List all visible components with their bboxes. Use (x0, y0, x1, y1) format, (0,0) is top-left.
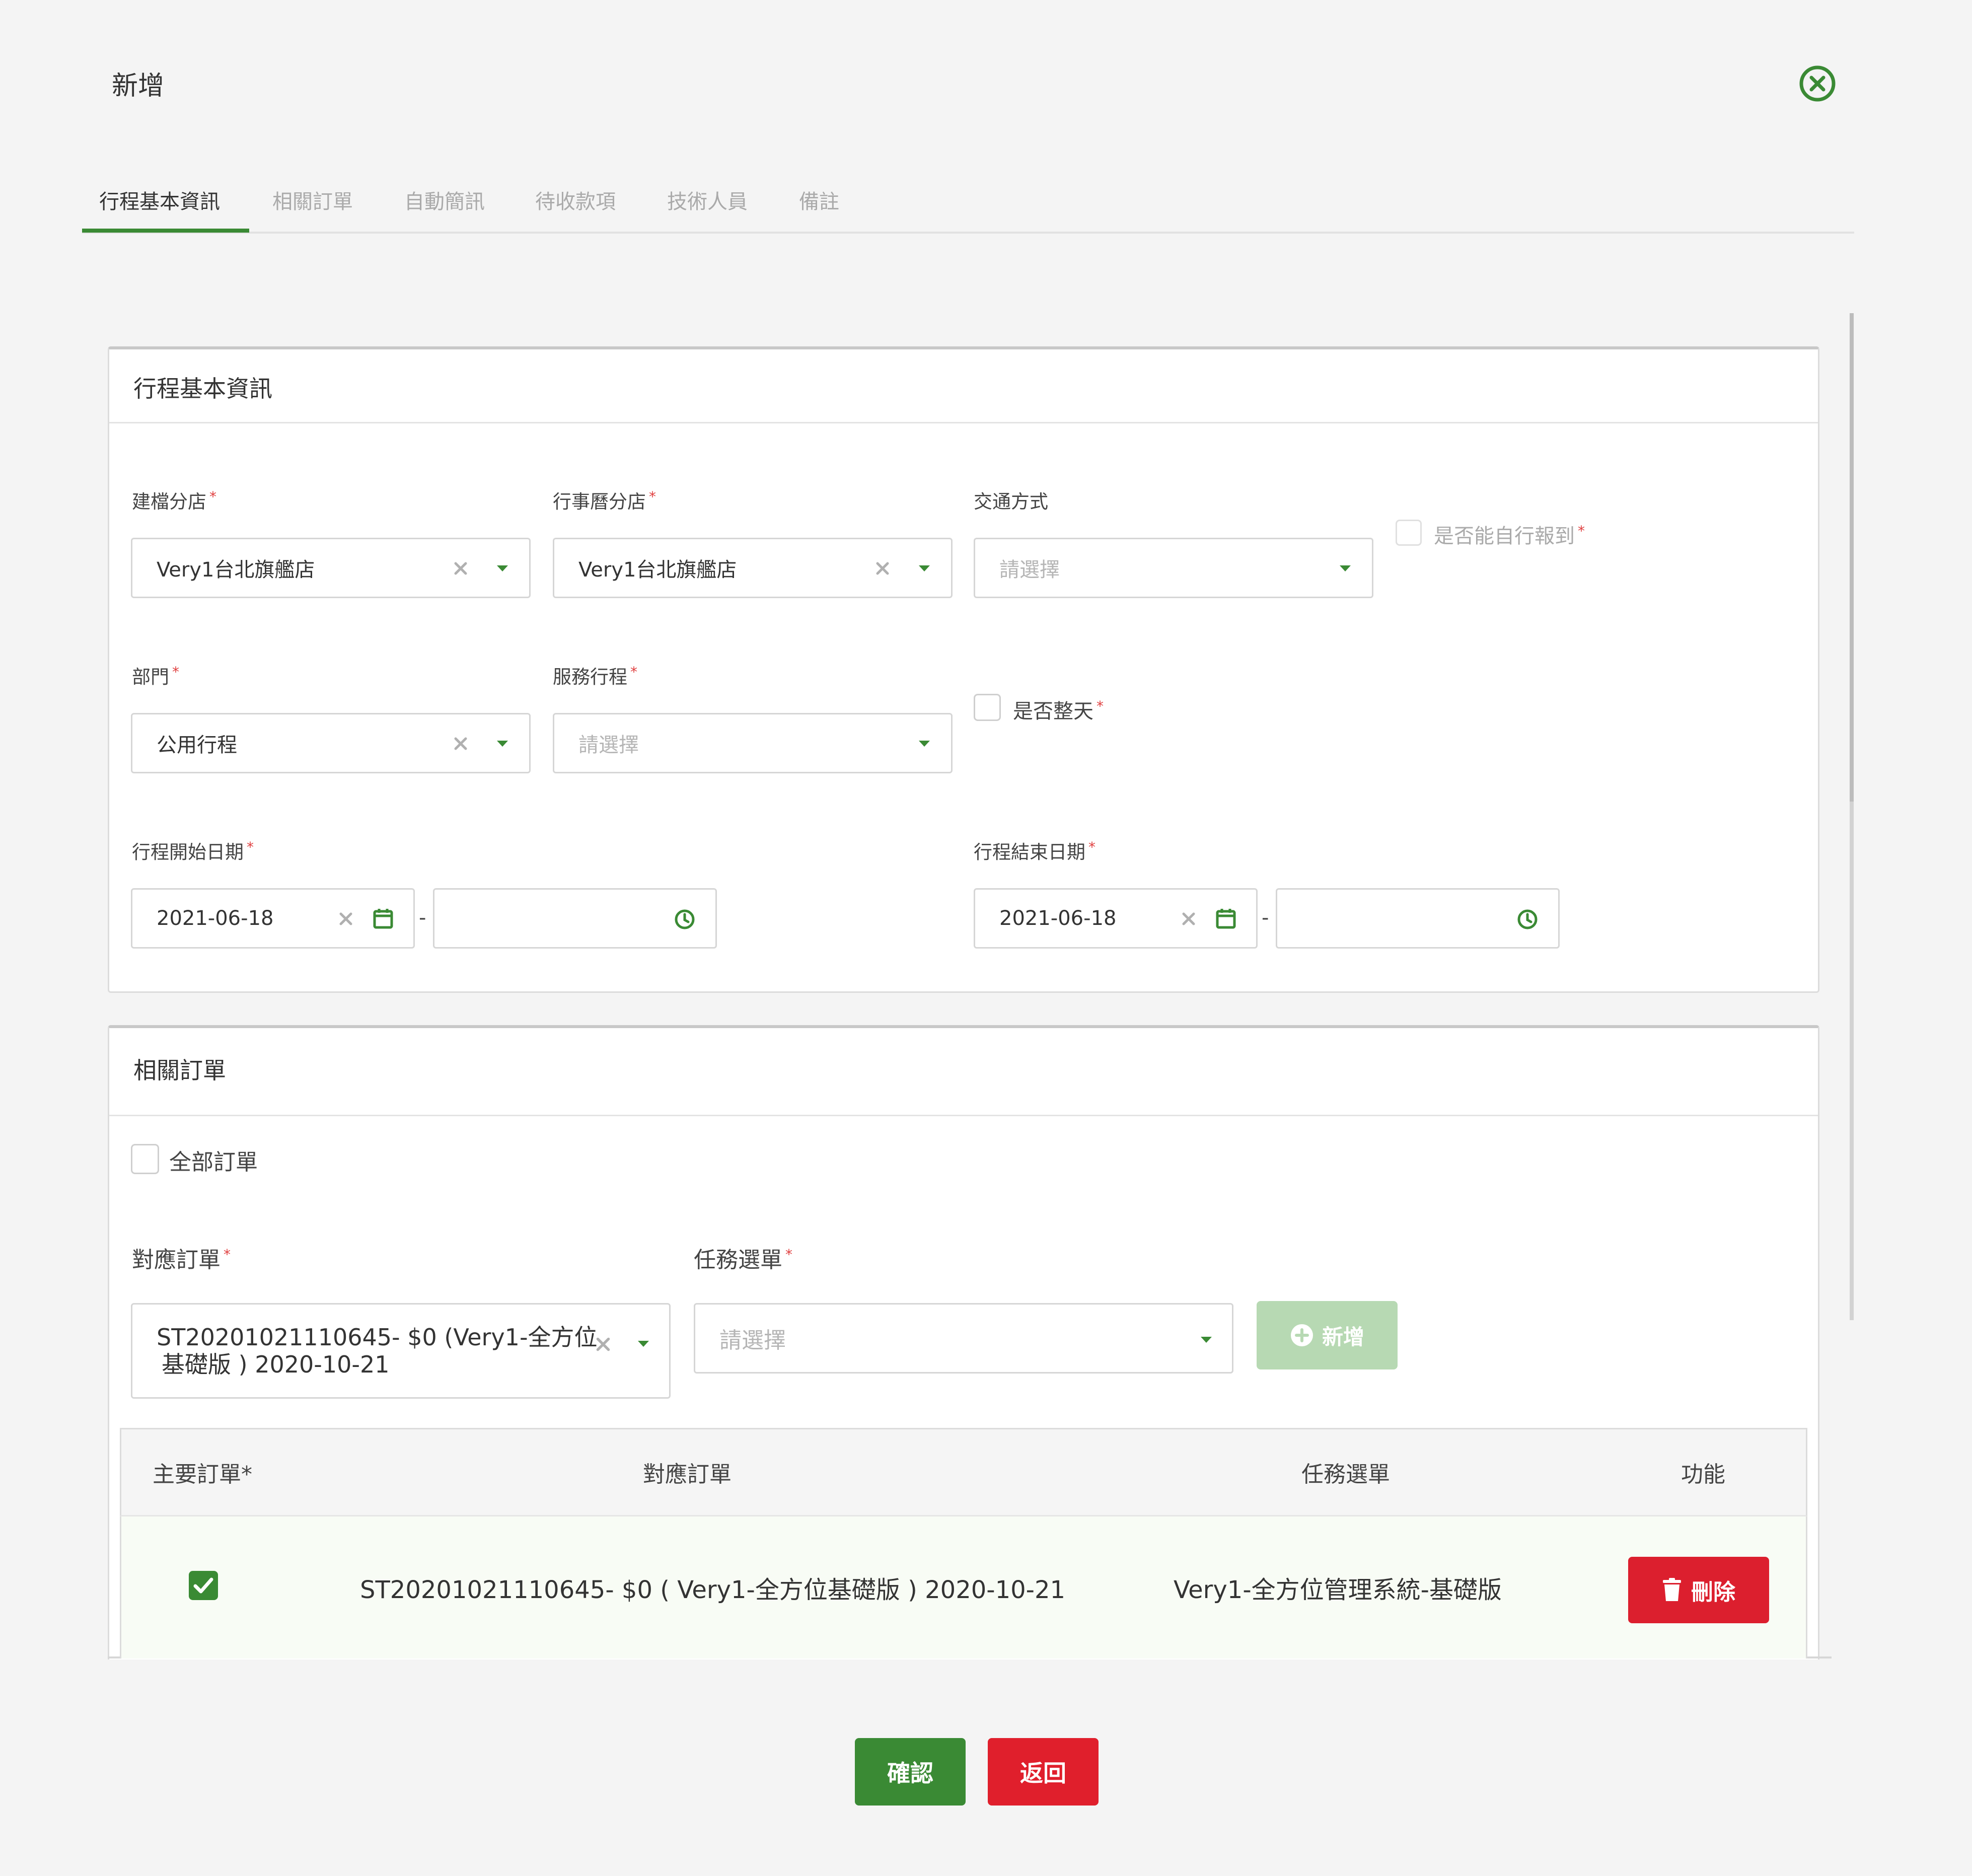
task-select[interactable]: 請選擇 (694, 1303, 1233, 1374)
table-row: ST20201021110645- $0 ( Very1-全方位基礎版 ) 20… (120, 1517, 1807, 1658)
all-orders-checkbox[interactable] (131, 1144, 159, 1174)
tab-bar: 行程基本資訊 相關訂單 自動簡訊 待收款項 技術人員 備註 (82, 182, 1854, 234)
main-order-checkbox[interactable] (189, 1571, 218, 1600)
basic-info-panel-title: 行程基本資訊 (133, 375, 272, 402)
clear-icon[interactable] (595, 1336, 612, 1353)
trash-icon (1663, 1578, 1681, 1601)
service-label: 服務行程 * (553, 663, 637, 688)
end-date-separator: - (1262, 906, 1269, 929)
self-report-checkbox[interactable] (1396, 520, 1422, 546)
calendar-branch-value: Very1台北旗艦店 (578, 558, 737, 582)
delete-label: 刪除 (1691, 1579, 1735, 1605)
start-date-label: 行程開始日期 * (132, 838, 254, 863)
clock-icon[interactable] (1517, 909, 1538, 930)
start-date-separator: - (419, 906, 426, 929)
task-placeholder: 請選擇 (719, 1328, 786, 1353)
all-orders-label: 全部訂單 (169, 1149, 258, 1175)
service-placeholder: 請選擇 (578, 734, 639, 757)
chevron-down-icon[interactable] (496, 564, 509, 572)
column-header-task: 任務選單 (1301, 1462, 1390, 1487)
clock-icon[interactable] (674, 909, 695, 930)
end-time-input[interactable] (1276, 888, 1560, 949)
column-header-order: 對應訂單 (643, 1462, 732, 1487)
column-header-main: 主要訂單* (153, 1462, 252, 1487)
row-task: Very1-全方位管理系統-基礎版 (1174, 1576, 1502, 1604)
created-branch-label: 建檔分店 * (132, 488, 216, 513)
transport-select[interactable]: 請選擇 (974, 538, 1373, 598)
tab-related-orders[interactable]: 相關訂單 (272, 185, 353, 214)
delete-row-button[interactable]: 刪除 (1628, 1557, 1769, 1623)
active-tab-indicator (82, 229, 249, 233)
department-value: 公用行程 (157, 734, 237, 757)
tab-auto-sms[interactable]: 自動簡訊 (404, 185, 485, 214)
clear-icon[interactable] (338, 911, 354, 927)
created-branch-select[interactable]: Very1台北旗艦店 (131, 538, 531, 598)
orders-table-header: 主要訂單* 對應訂單 任務選單 功能 (120, 1428, 1807, 1517)
clear-icon[interactable] (1181, 911, 1197, 927)
calendar-icon[interactable] (373, 908, 393, 929)
all-day-checkbox[interactable] (974, 694, 1001, 721)
row-order: ST20201021110645- $0 ( Very1-全方位基礎版 ) 20… (360, 1576, 1066, 1604)
department-select[interactable]: 公用行程 (131, 713, 531, 773)
start-date-input[interactable]: 2021-06-18 (131, 888, 415, 949)
back-button[interactable]: 返回 (988, 1738, 1099, 1806)
column-header-actions: 功能 (1681, 1462, 1725, 1487)
chevron-down-icon[interactable] (918, 564, 931, 572)
task-label: 任務選單 * (694, 1246, 792, 1273)
close-icon[interactable] (1798, 64, 1837, 103)
plus-circle-icon (1290, 1324, 1313, 1346)
chevron-down-icon[interactable] (637, 1340, 650, 1348)
calendar-branch-label: 行事曆分店 * (553, 488, 656, 513)
self-report-label: 是否能自行報到 * (1434, 522, 1585, 548)
clear-icon[interactable] (453, 560, 469, 576)
created-branch-value: Very1台北旗艦店 (157, 558, 315, 582)
add-order-label: 新增 (1322, 1324, 1364, 1349)
modal-title: 新增 (112, 71, 165, 101)
calendar-icon[interactable] (1216, 908, 1236, 929)
tab-receivables[interactable]: 待收款項 (535, 185, 616, 214)
orders-panel-title: 相關訂單 (133, 1057, 226, 1084)
tab-notes[interactable]: 備註 (799, 185, 839, 214)
add-order-button[interactable]: 新增 (1257, 1301, 1398, 1369)
tab-technicians[interactable]: 技術人員 (667, 185, 748, 214)
end-date-label: 行程結束日期 * (974, 838, 1095, 863)
panel-divider (109, 422, 1818, 423)
all-day-label: 是否整天 * (1013, 697, 1104, 723)
tab-basic-info[interactable]: 行程基本資訊 (99, 185, 220, 214)
chevron-down-icon[interactable] (918, 740, 931, 748)
chevron-down-icon[interactable] (1200, 1336, 1213, 1344)
chevron-down-icon[interactable] (496, 740, 509, 748)
order-label: 對應訂單 * (132, 1246, 231, 1273)
start-time-input[interactable] (433, 888, 717, 949)
department-label: 部門 * (132, 663, 179, 688)
clear-icon[interactable] (453, 736, 469, 752)
calendar-branch-select[interactable]: Very1台北旗艦店 (553, 538, 953, 598)
order-select[interactable]: ST20201021110645- $0 (Very1-全方位 基礎版 ) 20… (131, 1303, 671, 1399)
start-date-value: 2021-06-18 (157, 907, 274, 930)
scrollbar-thumb[interactable] (1850, 313, 1854, 802)
clear-icon[interactable] (874, 560, 891, 576)
chevron-down-icon[interactable] (1339, 564, 1352, 572)
end-date-value: 2021-06-18 (999, 907, 1117, 930)
order-select-value: ST20201021110645- $0 (Very1-全方位 基礎版 ) 20… (157, 1324, 598, 1378)
confirm-button[interactable]: 確認 (855, 1738, 966, 1806)
transport-placeholder: 請選擇 (999, 558, 1060, 582)
service-select[interactable]: 請選擇 (553, 713, 953, 773)
end-date-input[interactable]: 2021-06-18 (974, 888, 1258, 949)
panel-divider (109, 1115, 1818, 1116)
transport-label: 交通方式 (974, 491, 1048, 513)
